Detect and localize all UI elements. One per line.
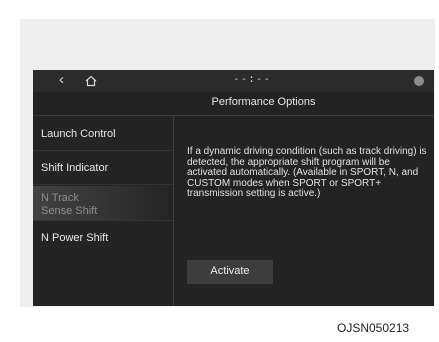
sidebar-divider [33, 184, 173, 185]
sidebar-item-launch-control[interactable]: Launch Control [41, 128, 169, 141]
activate-button[interactable]: Activate [187, 260, 273, 284]
panel-divider [173, 116, 174, 306]
settings-icon[interactable] [414, 76, 424, 86]
sidebar-item-shift-indicator[interactable]: Shift Indicator [41, 162, 169, 175]
figure-code: OJSN050213 [337, 321, 410, 335]
sidebar-item-n-power-shift[interactable]: N Power Shift [41, 232, 169, 245]
sidebar-item-n-track-sense-shift[interactable]: N Track Sense Shift [41, 192, 111, 218]
sidebar-divider [33, 220, 173, 221]
infotainment-screen: ‹ --:-- Performance Options Launch Contr… [33, 70, 434, 306]
back-icon[interactable]: ‹ [59, 71, 64, 89]
home-icon[interactable] [85, 75, 97, 87]
page-title: Performance Options [211, 96, 316, 108]
sidebar-menu: Launch Control Shift Indicator N Track S… [33, 116, 173, 306]
description-text: If a dynamic driving condition (such as … [187, 146, 427, 200]
status-time: --:-- [233, 72, 272, 85]
sidebar-divider [33, 150, 173, 151]
top-bar: ‹ --:-- [33, 70, 434, 92]
